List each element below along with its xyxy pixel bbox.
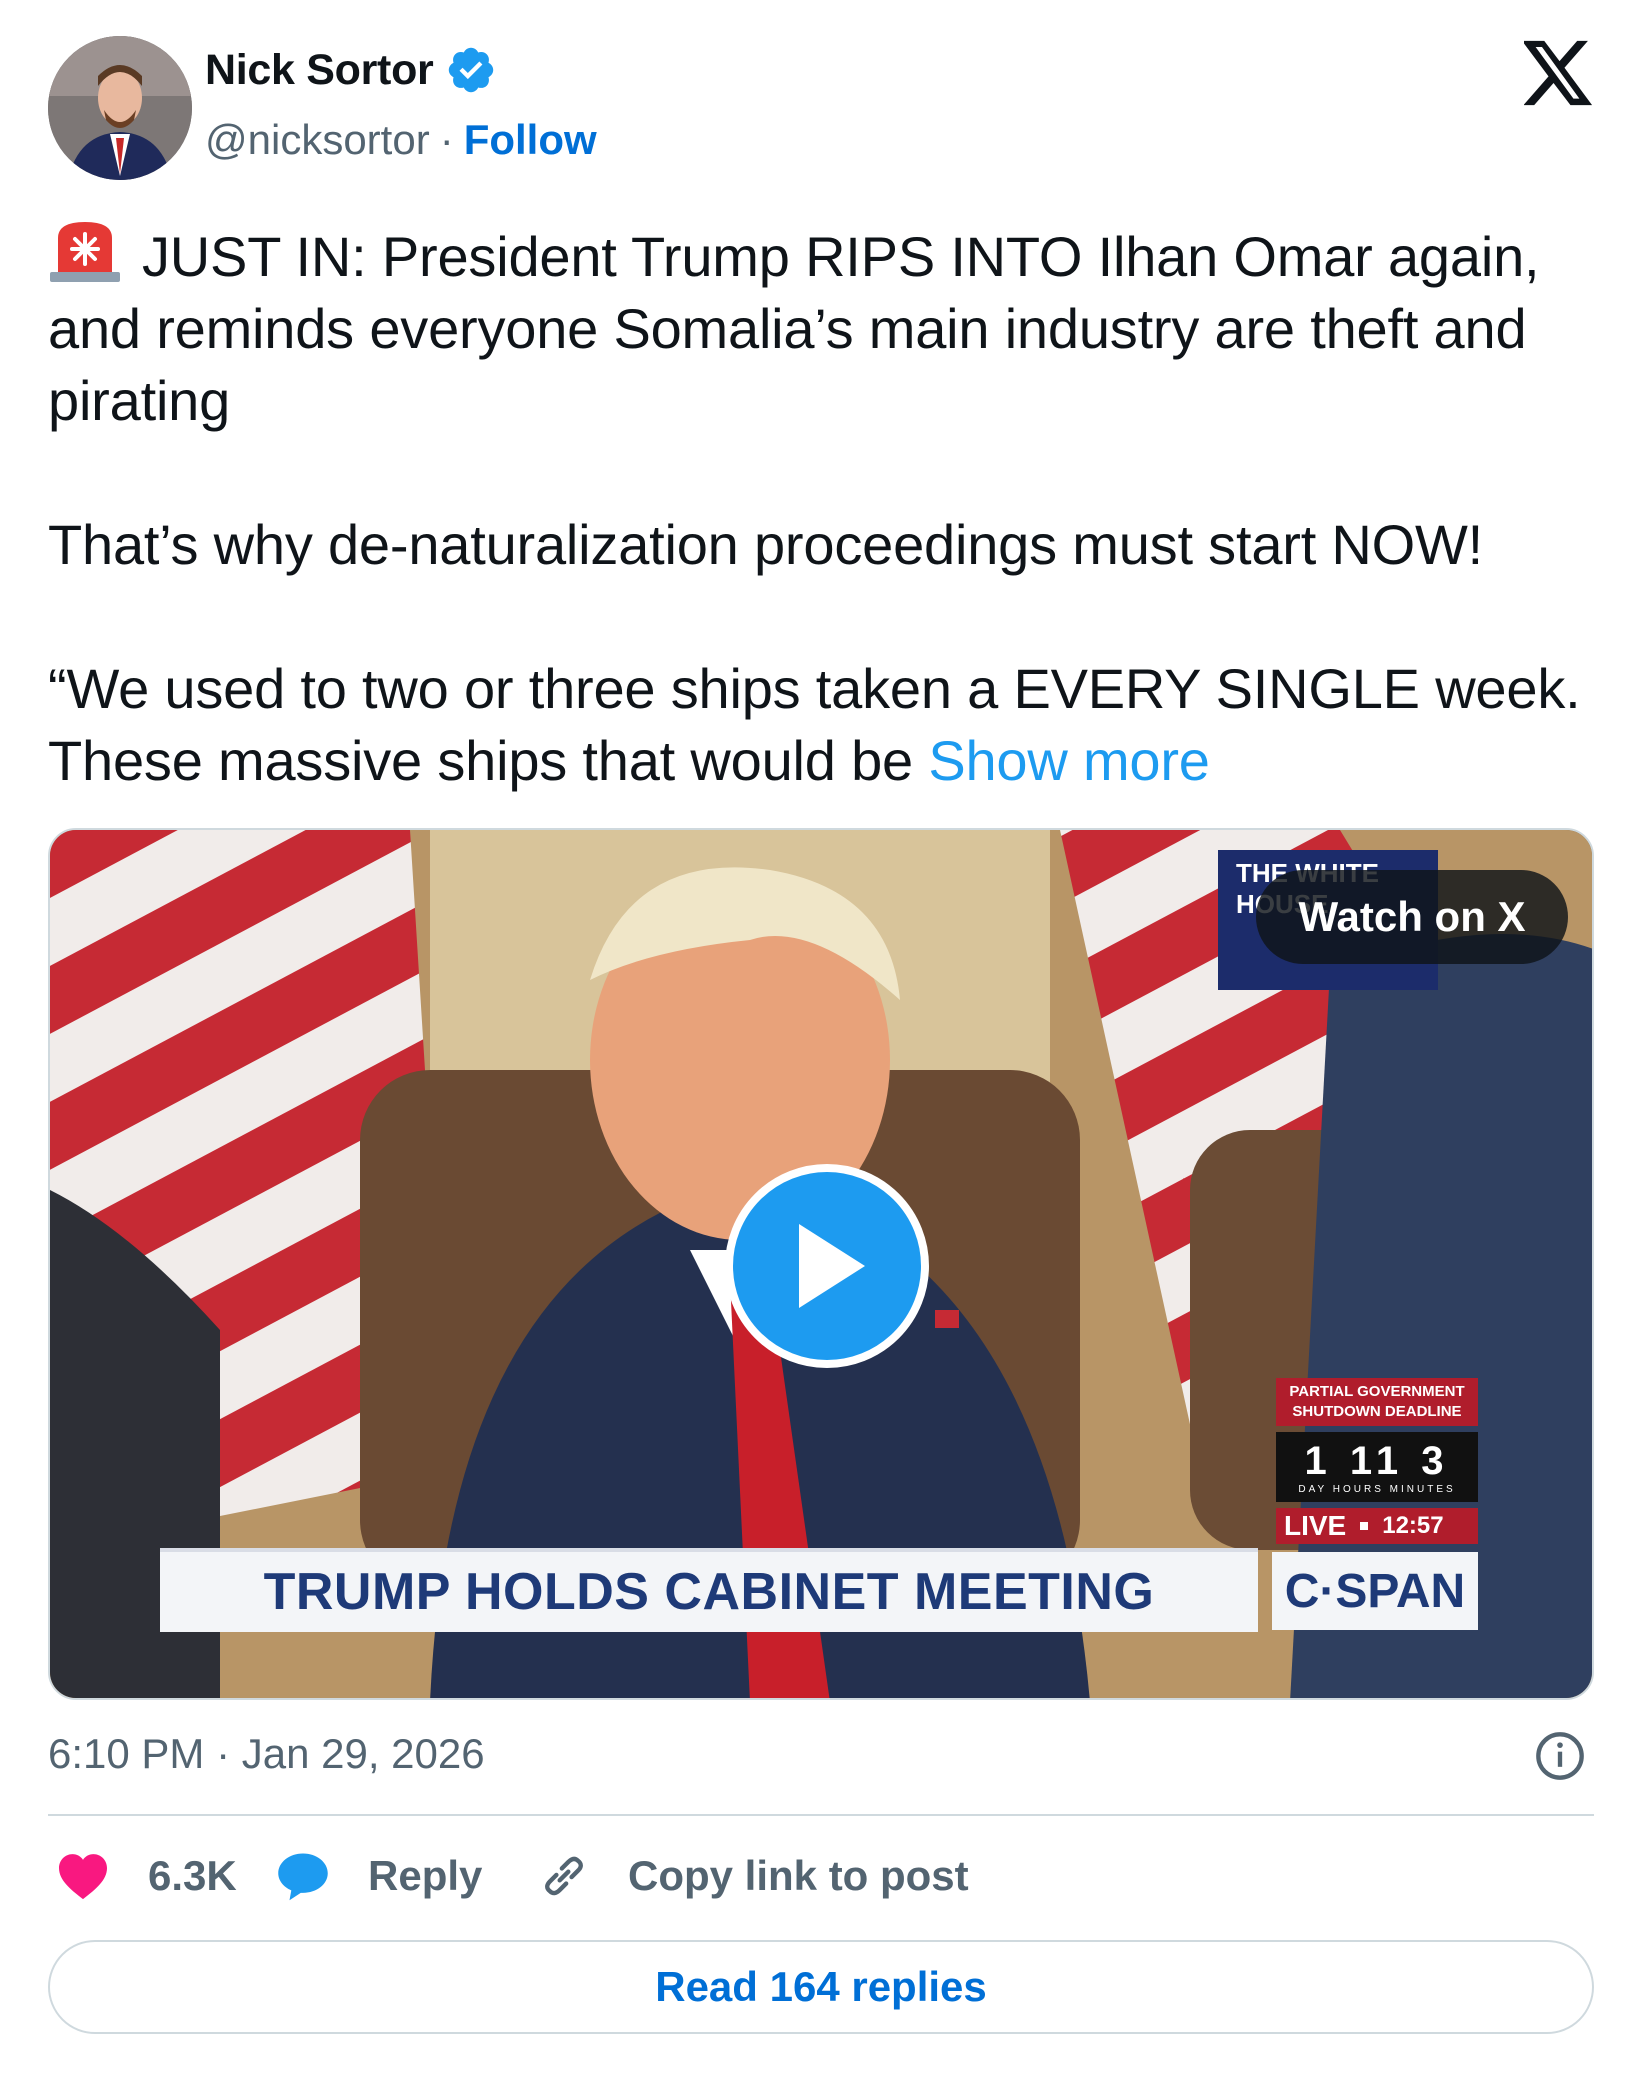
tweet-line-1: JUST IN: President Trump RIPS INTO Ilhan… — [48, 225, 1540, 432]
video-player[interactable]: THE WHITE HOUSE Watch on X PARTIAL GOVER… — [48, 828, 1594, 1700]
link-icon — [545, 1856, 583, 1896]
live-indicator: LIVE 12:57 — [1276, 1508, 1478, 1544]
copy-link-label: Copy link to post — [628, 1852, 969, 1899]
police-siren-icon — [50, 222, 120, 282]
network-logo: C·SPAN — [1272, 1552, 1478, 1630]
x-logo-icon[interactable] — [1524, 40, 1594, 106]
like-button[interactable]: 6.3K — [56, 1852, 276, 1900]
play-icon — [799, 1224, 865, 1308]
verified-badge-icon — [449, 47, 494, 93]
author-handle[interactable]: @nicksortor — [205, 116, 430, 164]
tweet-paragraph-3: “We used to two or three ships taken a E… — [48, 653, 1608, 797]
shutdown-countdown: PARTIAL GOVERNMENT SHUTDOWN DEADLINE 1 1… — [1276, 1378, 1478, 1544]
author-name[interactable]: Nick Sortor — [205, 46, 434, 95]
live-dot-icon — [1360, 1522, 1369, 1530]
reply-button[interactable]: Reply — [276, 1851, 538, 1901]
show-more-link[interactable]: Show more — [928, 729, 1210, 792]
timestamp[interactable]: 6:10 PM · Jan 29, 2026 — [48, 1730, 485, 1778]
countdown-box: 1 11 3 DAY HOURS MINUTES — [1276, 1432, 1478, 1502]
tweet-paragraph-2: That’s why de-naturalization proceedings… — [48, 513, 1484, 576]
avatar[interactable] — [48, 36, 192, 180]
chyron: TRUMP HOLDS CABINET MEETING — [160, 1548, 1258, 1632]
read-replies-button[interactable]: Read 164 replies — [48, 1940, 1594, 2034]
tweet-line-3: “We used to two or three ships taken a E… — [48, 657, 1581, 792]
follow-button[interactable]: Follow — [464, 116, 597, 164]
heart-icon — [59, 1854, 107, 1900]
separator-dot: · — [439, 116, 454, 163]
tweet-card: Nick Sortor @nicksortor · Follow JUST IN — [0, 0, 1644, 2082]
live-time: 12:57 — [1382, 1512, 1444, 1539]
reply-bubble-icon — [278, 1853, 328, 1901]
countdown-values: 1 11 3 — [1304, 1439, 1450, 1483]
live-label: LIVE — [1284, 1510, 1347, 1541]
countdown-title: PARTIAL GOVERNMENT SHUTDOWN DEADLINE — [1276, 1378, 1478, 1426]
countdown-units: DAY HOURS MINUTES — [1298, 1484, 1456, 1495]
tweet-paragraph-1: JUST IN: President Trump RIPS INTO Ilhan… — [48, 218, 1608, 437]
tweet-text: JUST IN: President Trump RIPS INTO Ilhan… — [48, 218, 1608, 797]
like-count: 6.3K — [148, 1852, 237, 1899]
action-bar: 6.3K Reply Copy link to post — [56, 1846, 969, 1906]
copy-link-button[interactable]: Copy link to post — [538, 1850, 969, 1902]
info-icon[interactable] — [1534, 1730, 1586, 1782]
play-button[interactable] — [725, 1164, 929, 1368]
reply-label: Reply — [368, 1852, 483, 1899]
divider — [48, 1814, 1594, 1816]
watch-on-x-button[interactable]: Watch on X — [1256, 870, 1568, 964]
